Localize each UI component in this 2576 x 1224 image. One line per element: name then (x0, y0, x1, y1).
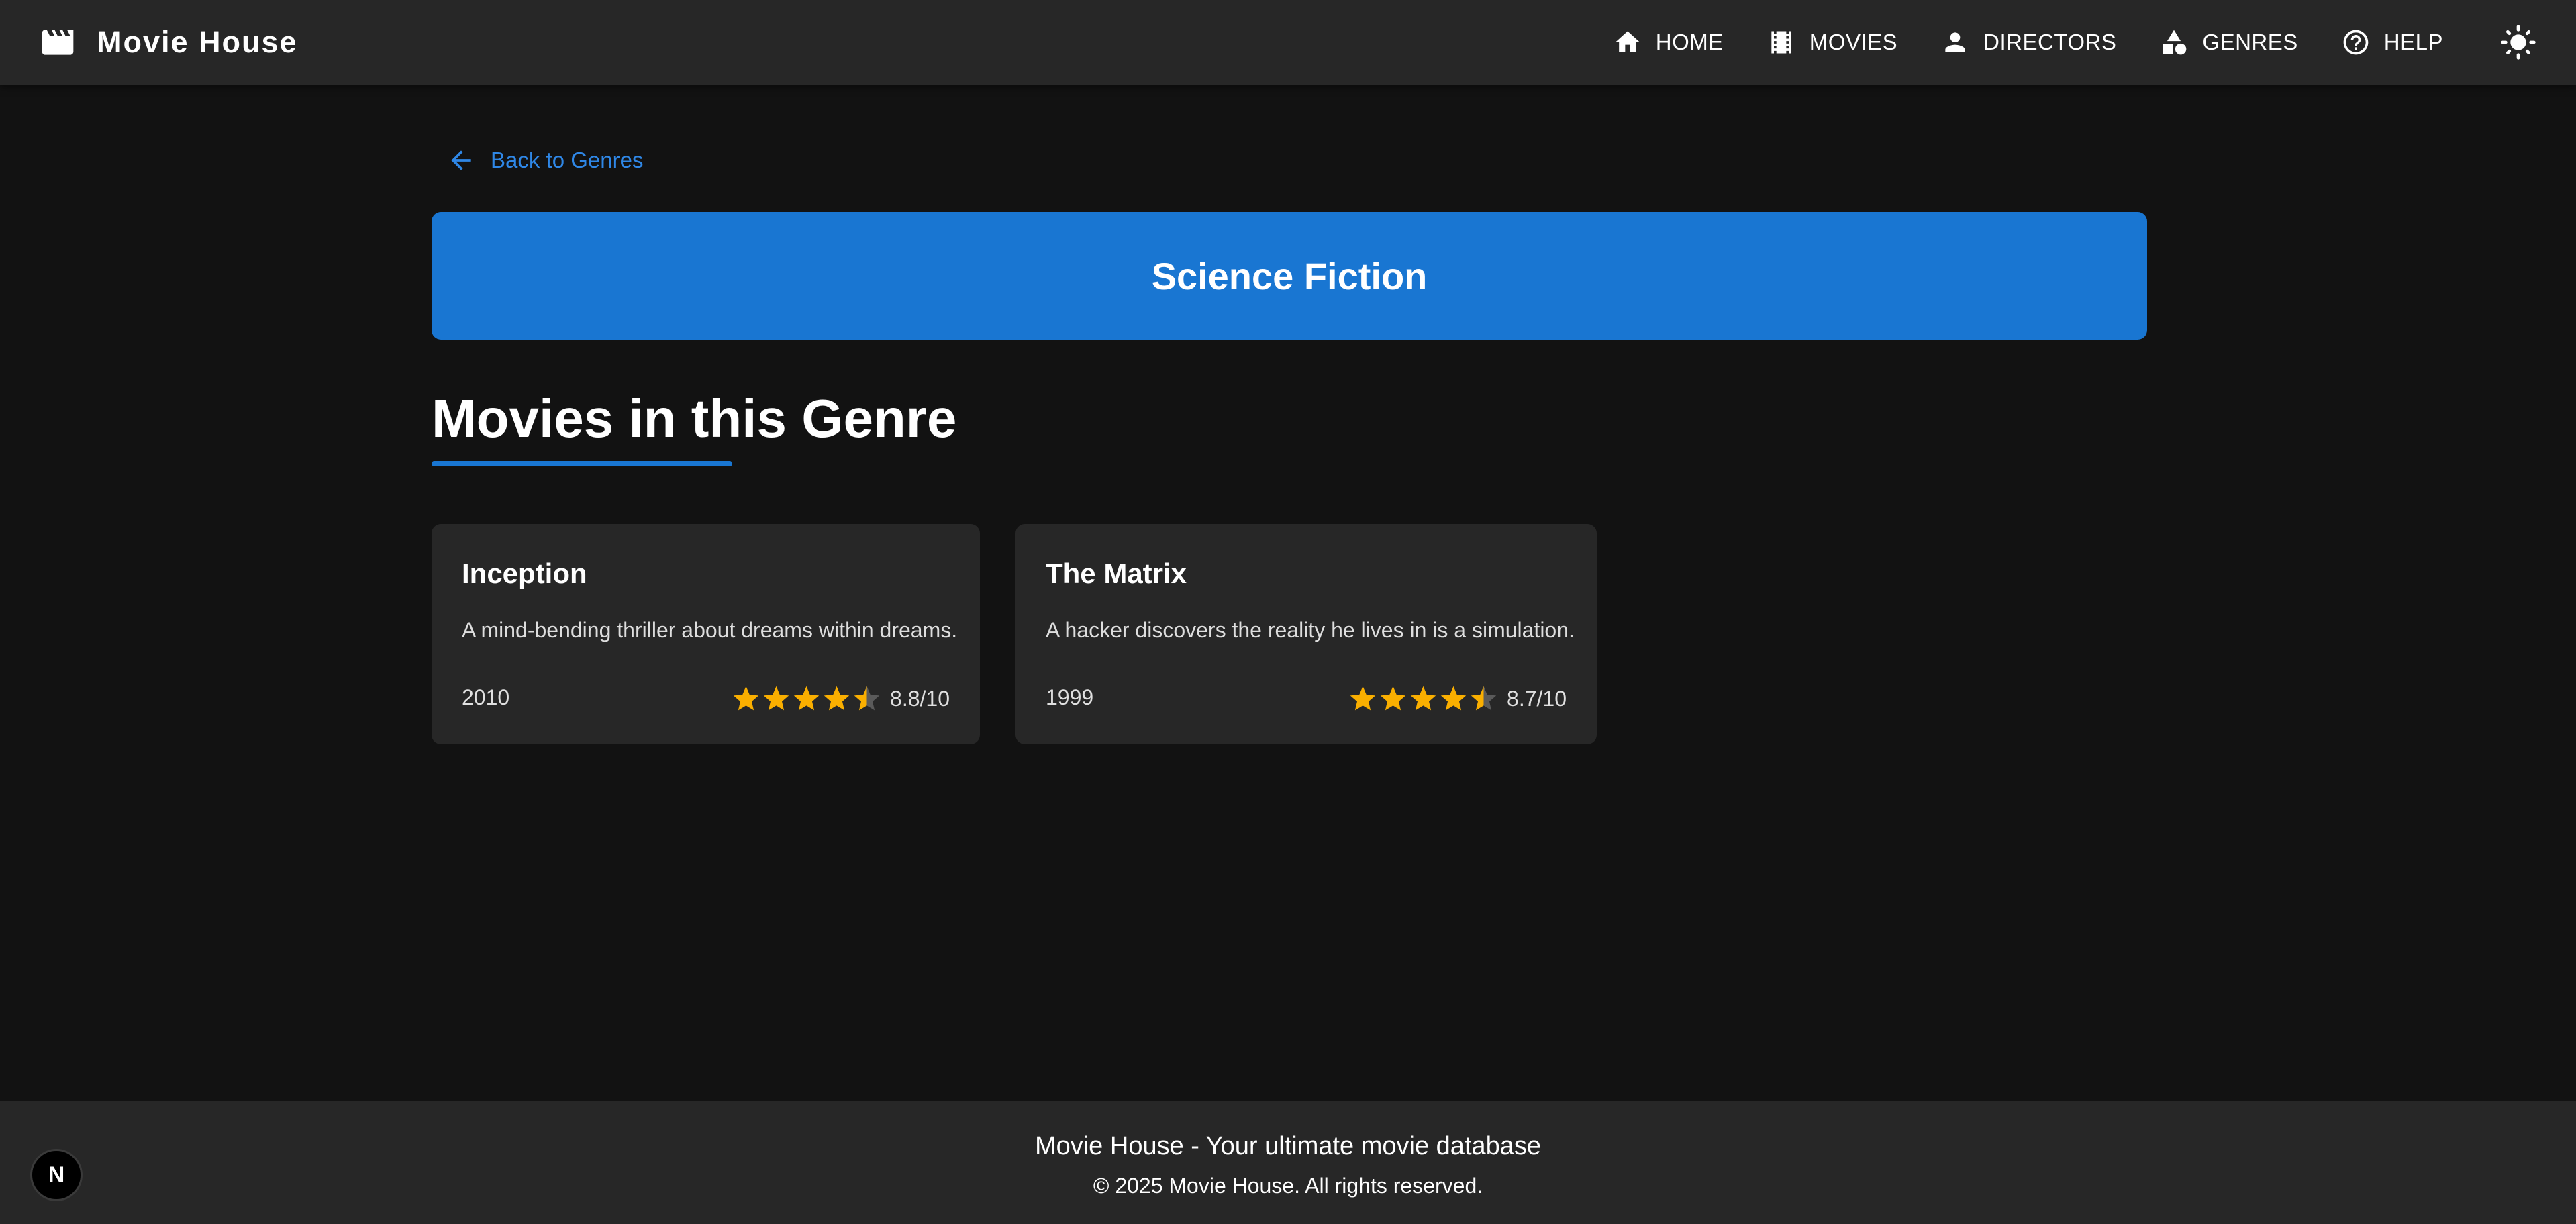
rating-text: 8.7/10 (1507, 686, 1567, 711)
nav-directors[interactable]: DIRECTORS (1926, 16, 2131, 68)
movie-year: 2010 (462, 685, 510, 709)
star-full-icon (733, 686, 759, 710)
movie-card-inception[interactable]: Inception A mind-bending thriller about … (432, 524, 980, 744)
nav-movies[interactable]: MOVIES (1752, 16, 1912, 68)
star-full-icon (824, 686, 850, 710)
movie-card-the-matrix[interactable]: The Matrix A hacker discovers the realit… (1015, 524, 1597, 744)
star-rating (731, 684, 882, 714)
footer: Movie House - Your ultimate movie databa… (0, 1101, 2576, 1224)
star-full-icon (1410, 686, 1436, 710)
star-rating (1348, 684, 1499, 714)
star-full-icon (1440, 686, 1467, 710)
nav-movies-label: MOVIES (1809, 30, 1898, 54)
person-icon (1945, 32, 1965, 52)
nav-home[interactable]: HOME (1598, 16, 1738, 68)
film-icon (1771, 31, 1791, 54)
back-link-label: Back to Genres (491, 148, 644, 172)
brand-title: Movie House (97, 25, 298, 59)
section-title-underline (432, 461, 732, 466)
movie-title: Inception (462, 558, 587, 589)
nav-help[interactable]: HELP (2326, 16, 2458, 68)
movie-clapperboard-icon (42, 30, 74, 55)
star-full-icon (793, 686, 820, 710)
genre-title: Science Fiction (1151, 254, 1428, 297)
nav-directors-label: DIRECTORS (1983, 30, 2117, 54)
arrow-left-icon (451, 150, 471, 170)
dev-tools-badge[interactable]: N (30, 1149, 83, 1201)
sun-icon (2501, 25, 2536, 60)
genre-banner: Science Fiction (432, 212, 2147, 340)
dev-badge-label: N (48, 1162, 65, 1188)
section-title: Movies in this Genre (432, 389, 957, 448)
footer-copyright: © 2025 Movie House. All rights reserved. (1093, 1174, 1483, 1198)
app-bar: Movie House HOME MOVIES DIRECTORS GENRES… (0, 0, 2576, 85)
brand-home-link[interactable]: Movie House (39, 19, 298, 66)
movie-rating: 8.7/10 (1348, 682, 1567, 715)
movie-title: The Matrix (1046, 558, 1187, 589)
theme-toggle-button[interactable] (2491, 15, 2545, 69)
footer-tagline: Movie House - Your ultimate movie databa… (1034, 1132, 1542, 1160)
rating-text: 8.8/10 (890, 686, 950, 711)
home-icon (1615, 31, 1640, 52)
help-circle-icon (2343, 30, 2369, 55)
star-full-icon (1380, 686, 1406, 710)
movie-rating: 8.8/10 (731, 682, 950, 715)
movie-description: A mind-bending thriller about dreams wit… (462, 618, 958, 642)
nav-genres[interactable]: GENRES (2144, 16, 2312, 68)
nav-help-label: HELP (2383, 30, 2443, 54)
star-full-icon (763, 686, 789, 710)
movie-description: A hacker discovers the reality he lives … (1046, 618, 1575, 642)
star-half-icon (1471, 686, 1497, 710)
back-to-genres-link[interactable]: Back to Genres (433, 138, 656, 183)
star-full-icon (1350, 686, 1376, 710)
main-nav: HOME MOVIES DIRECTORS GENRES HELP (1585, 16, 2458, 68)
category-shapes-icon (2163, 30, 2187, 55)
nav-genres-label: GENRES (2202, 30, 2298, 54)
star-half-icon (854, 686, 880, 710)
movie-year: 1999 (1046, 685, 1094, 709)
nav-home-label: HOME (1655, 30, 1724, 54)
